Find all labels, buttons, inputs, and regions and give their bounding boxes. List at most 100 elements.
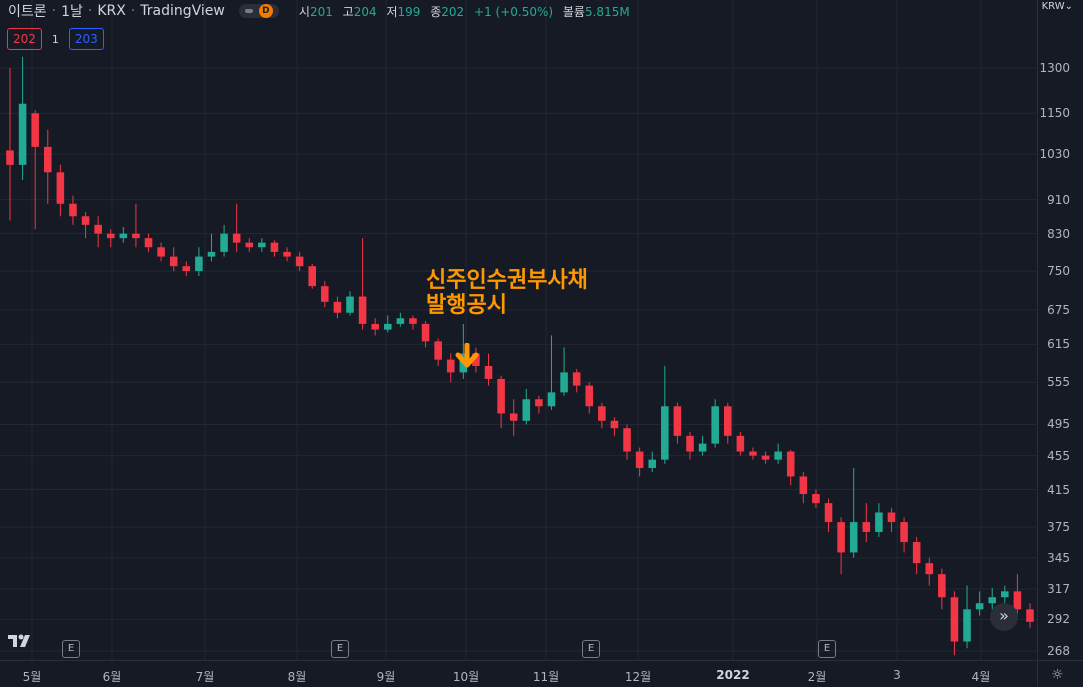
candle-body: [698, 443, 707, 452]
separator-dot: ·: [51, 3, 57, 19]
candle: [950, 591, 959, 656]
candle: [44, 129, 52, 204]
candle-body: [396, 318, 405, 324]
candle: [321, 281, 329, 308]
price-tick-label: 268: [1047, 644, 1070, 658]
candle: [283, 247, 291, 262]
candle: [144, 233, 153, 252]
candle: [484, 353, 493, 386]
candle: [724, 402, 732, 444]
candle-body: [333, 301, 342, 313]
candle-body: [434, 341, 442, 360]
candle-body: [94, 224, 102, 234]
chart-header: 이트론 · 1날 · KRX · TradingView D 시201 고204…: [8, 2, 630, 20]
sell-button[interactable]: 202: [7, 28, 42, 50]
candle-body: [509, 413, 518, 421]
market-status-toggle[interactable]: D: [238, 4, 279, 18]
separator-dot: ·: [130, 3, 136, 19]
candle-body: [346, 296, 354, 313]
candle-body: [119, 233, 128, 239]
candle: [106, 229, 115, 248]
candle: [623, 424, 631, 460]
candle-body: [106, 233, 115, 239]
candle: [535, 395, 543, 414]
candle: [409, 315, 417, 330]
candle: [925, 557, 934, 586]
candle: [119, 227, 128, 243]
candle: [736, 432, 745, 456]
candle-body: [610, 420, 619, 429]
candle: [522, 388, 531, 425]
candle-body: [648, 459, 656, 468]
candle-body: [1013, 591, 1022, 610]
candle-body: [232, 233, 241, 243]
candlestick-chart[interactable]: [0, 0, 1083, 687]
candle: [698, 435, 707, 456]
gear-icon[interactable]: ☼: [1051, 667, 1064, 683]
candle-body: [686, 435, 694, 452]
candle-body: [711, 406, 719, 444]
candle: [384, 315, 392, 333]
price-tick-label: 910: [1047, 192, 1070, 207]
candle: [560, 347, 568, 396]
candle: [749, 447, 757, 460]
close-value: 202: [441, 4, 465, 19]
source-label: TradingView: [140, 3, 225, 19]
candle: [232, 203, 241, 252]
price-tick-label: 555: [1047, 375, 1070, 390]
ohlc-readout: 시201 고204 저199 종202 +1 (+0.50%) 볼륨5.815M: [293, 3, 630, 20]
candle-body: [774, 451, 782, 460]
candle: [81, 212, 90, 239]
earnings-marker[interactable]: E: [331, 640, 349, 658]
tradingview-logo-icon[interactable]: [6, 630, 36, 650]
candle: [1001, 585, 1009, 604]
earnings-marker[interactable]: E: [818, 640, 836, 658]
candle-body: [31, 113, 39, 147]
volume-value: 5.815M: [584, 4, 630, 19]
time-tick-label: 6월: [102, 670, 122, 684]
candle: [849, 467, 858, 558]
candle-body: [875, 512, 883, 532]
candle-body: [812, 494, 820, 504]
candle-body: [635, 451, 644, 468]
candle-body: [736, 435, 745, 452]
candle-body: [925, 563, 934, 575]
candle-body: [6, 150, 14, 165]
candle-body: [497, 378, 505, 414]
candle-body: [661, 406, 669, 460]
earnings-marker[interactable]: E: [582, 640, 600, 658]
time-tick-label: 10월: [452, 670, 480, 684]
buy-button[interactable]: 203: [68, 28, 104, 50]
earnings-marker[interactable]: E: [62, 640, 80, 658]
candle: [94, 216, 102, 248]
candle-body: [270, 242, 279, 252]
time-tick-label: 11월: [532, 670, 560, 684]
symbol-name[interactable]: 이트론: [8, 1, 47, 21]
candle: [1026, 603, 1034, 629]
candle: [396, 312, 405, 327]
candle: [308, 263, 316, 289]
quantity-value[interactable]: 1: [52, 33, 59, 46]
candle-body: [900, 522, 908, 543]
candle-body: [799, 476, 808, 495]
candle-body: [169, 256, 178, 267]
double-chevron-right-icon[interactable]: »: [990, 603, 1018, 631]
candle: [434, 338, 442, 366]
currency-selector[interactable]: KRW⌄: [1042, 1, 1073, 12]
interval-label[interactable]: 1날: [61, 1, 83, 21]
candle: [975, 591, 984, 616]
candle-body: [535, 399, 543, 407]
candle: [270, 240, 279, 257]
price-tick-label: 375: [1047, 519, 1070, 534]
candle-body: [358, 296, 367, 324]
candle-body: [69, 203, 77, 217]
close-label: 종: [430, 4, 442, 19]
candle-body: [761, 455, 770, 460]
candle: [711, 399, 719, 448]
time-tick-label: 7월: [195, 670, 215, 684]
candle: [774, 443, 782, 464]
candle: [912, 536, 921, 575]
candle: [887, 507, 896, 532]
candle: [585, 382, 594, 414]
time-tick-label: 8월: [287, 670, 307, 684]
